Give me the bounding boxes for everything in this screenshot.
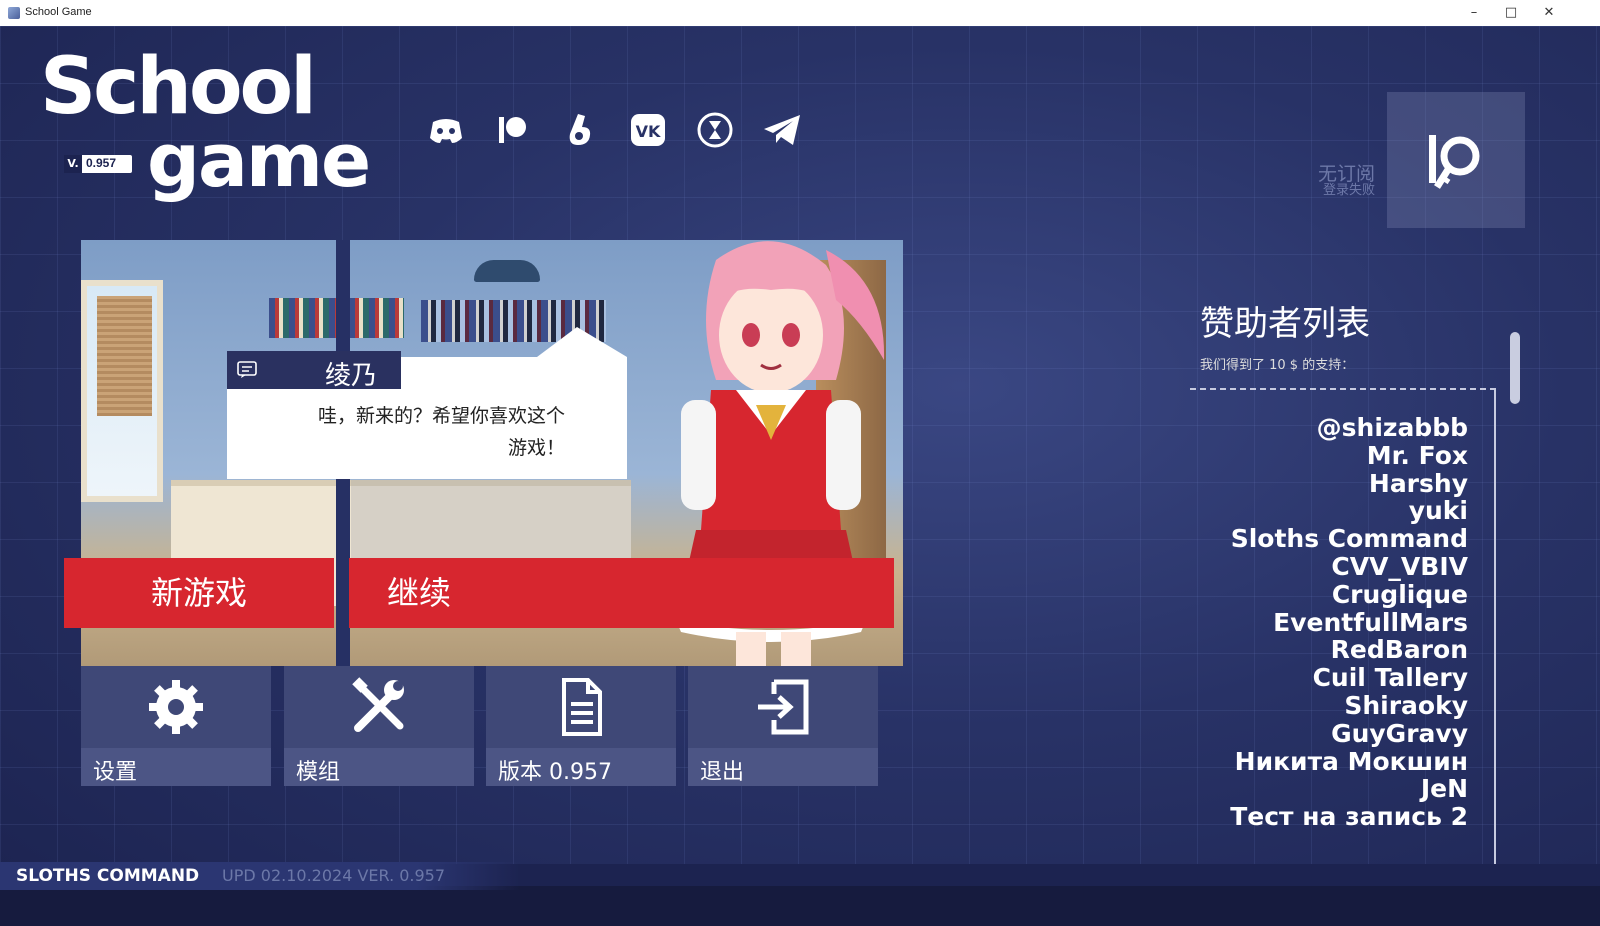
sponsor-name: Mr. Fox [1366, 440, 1468, 470]
svg-text:VK: VK [636, 122, 661, 141]
sponsor-name: Shiraoky [1344, 690, 1468, 720]
ceiling-lamp [474, 260, 540, 282]
room-window [81, 280, 163, 502]
patreon-login-button[interactable] [1387, 92, 1525, 228]
update-info: UPD 02.10.2024 VER. 0.957 [222, 866, 446, 885]
sponsor-list-title: 赞助者列表 [1200, 304, 1370, 344]
app-icon [8, 7, 20, 19]
sponsor-name: @shizabbb [1316, 413, 1468, 442]
sponsor-name: CVV_VBIV [1331, 551, 1468, 581]
logo-title-game: game [147, 118, 371, 204]
maximize-button[interactable]: □ [1492, 0, 1530, 26]
discord-icon[interactable] [424, 108, 468, 152]
game-viewport: School game V. 0.957 VK 无订阅 登录失败 绫乃 哇，新来… [0, 26, 1600, 926]
dialogue-line-1: 哇，新来的？希望你喜欢这个 [317, 405, 565, 427]
sponsor-name: yuki [1408, 496, 1468, 526]
sponsor-name: GuyGravy [1331, 718, 1468, 748]
vk-icon[interactable]: VK [626, 108, 670, 152]
continue-button[interactable]: 继续 [349, 558, 894, 628]
exit-button[interactable]: 退出 [688, 666, 878, 786]
exit-icon [758, 679, 809, 735]
version-label: 版本 0.957 [498, 760, 612, 785]
settings-button[interactable]: 设置 [81, 666, 271, 786]
sponsor-name: Тест на запись 2 [1230, 802, 1468, 832]
version-prefix: V. [64, 155, 82, 173]
new-game-button[interactable]: 新游戏 [64, 558, 334, 628]
sponsor-name: EventfullMars [1273, 607, 1468, 637]
studio-name: SLOTHS COMMAND [16, 866, 200, 886]
speaker-name-tag: 绫乃 [227, 351, 401, 391]
document-icon [562, 678, 602, 736]
sponsor-border-line [1494, 388, 1496, 864]
version-button[interactable]: 版本 0.957 [486, 666, 676, 786]
telegram-icon[interactable] [760, 108, 804, 152]
login-status-label: 登录失败 [1322, 183, 1375, 198]
minimize-button[interactable]: – [1455, 0, 1493, 26]
sponsor-name: RedBaron [1330, 635, 1468, 665]
mods-label: 模组 [296, 760, 341, 785]
window-title: School Game [25, 6, 92, 18]
sponsor-name: Cuil Tallery [1312, 663, 1468, 693]
close-button[interactable]: ✕ [1530, 0, 1568, 26]
speaker-name: 绫乃 [325, 361, 378, 391]
speech-bubble-tail [537, 327, 627, 357]
patreon-icon[interactable] [491, 108, 535, 152]
chat-icon [237, 361, 257, 378]
gear-icon [149, 680, 203, 734]
footer-background [0, 886, 1600, 926]
patreon-key-icon [1429, 135, 1480, 189]
footer-brand-bar: SLOTHS COMMAND UPD 02.10.2024 VER. 0.957 [0, 862, 520, 890]
logo-version-badge: V. 0.957 [64, 155, 132, 173]
subscription-status: 无订阅 登录失败 [1240, 164, 1375, 198]
sponsor-name: Никита Мокшин [1234, 746, 1468, 776]
sponsor-list: @shizabbb Mr. Fox Harshy yuki Sloths Com… [1150, 414, 1468, 831]
sponsor-scrollbar[interactable] [1510, 332, 1520, 404]
sponsor-divider [1190, 388, 1496, 390]
subscribestar-icon[interactable] [693, 108, 737, 152]
sponsor-name: Harshy [1368, 468, 1468, 498]
settings-label: 设置 [93, 760, 138, 785]
subscription-status-label: 无订阅 [1317, 163, 1375, 185]
logo-title-school: School [40, 42, 317, 132]
version-number: 0.957 [86, 156, 117, 170]
sponsor-support-subtitle: 我们得到了 10 $ 的支持： [1200, 358, 1355, 373]
boosty-icon[interactable] [558, 108, 602, 152]
sponsor-name: Sloths Command [1230, 524, 1468, 554]
dialogue-line-2: 游戏！ [507, 437, 565, 459]
tools-icon [352, 677, 404, 732]
dialogue-text: 哇，新来的？希望你喜欢这个 游戏！ [245, 400, 565, 464]
window-title-bar: School Game – □ ✕ [0, 0, 1600, 27]
sponsor-name: JeN [1420, 774, 1468, 804]
mods-button[interactable]: 模组 [284, 666, 474, 786]
sponsor-name: Cruglique [1331, 579, 1468, 609]
exit-label: 退出 [700, 760, 745, 785]
